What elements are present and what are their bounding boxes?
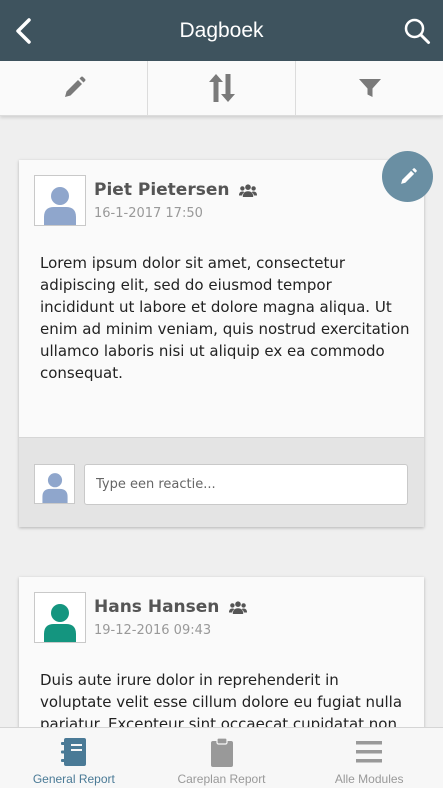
new-entry-button[interactable] xyxy=(0,61,148,115)
diary-post: Piet Pietersen 16-1-2017 17:50 Lorem ips… xyxy=(19,160,424,527)
search-icon xyxy=(404,18,430,44)
avatar xyxy=(34,592,86,643)
group-icon xyxy=(229,600,248,614)
tab-careplan-report[interactable]: Careplan Report xyxy=(148,728,296,788)
user-icon xyxy=(41,473,68,503)
avatar xyxy=(34,175,86,226)
post-body: Lorem ipsum dolor sit amet, consectetur … xyxy=(40,254,410,382)
tab-general-report[interactable]: General Report xyxy=(0,728,148,788)
diary-post: Hans Hansen 19-12-2016 09:43 Duis aute i… xyxy=(19,577,424,727)
tab-label: General Report xyxy=(32,772,115,786)
post-date: 19-12-2016 09:43 xyxy=(94,623,212,638)
edit-post-button[interactable] xyxy=(382,151,433,202)
filter-icon xyxy=(358,79,381,97)
bottom-tab-bar: General Report Careplan Report Alle Modu… xyxy=(0,727,443,788)
post-date: 16-1-2017 17:50 xyxy=(94,206,203,221)
post-author: Piet Pietersen xyxy=(94,180,258,200)
pencil-icon xyxy=(400,167,417,184)
tab-label: Careplan Report xyxy=(177,772,266,786)
page-title: Dagboek xyxy=(179,19,264,42)
sort-button[interactable] xyxy=(148,61,296,115)
diary-feed[interactable]: Piet Pietersen 16-1-2017 17:50 Lorem ips… xyxy=(0,116,443,727)
group-icon xyxy=(239,183,258,197)
post-body: Duis aute irure dolor in reprehenderit i… xyxy=(40,671,403,727)
avatar xyxy=(34,464,75,504)
clipboard-icon xyxy=(210,736,233,767)
post-author: Hans Hansen xyxy=(94,597,248,617)
filter-button[interactable] xyxy=(296,61,443,115)
reply-input[interactable] xyxy=(84,464,408,505)
tab-label: Alle Modules xyxy=(334,772,404,786)
action-toolbar xyxy=(0,61,443,116)
user-icon xyxy=(44,187,76,225)
pencil-icon xyxy=(64,76,85,97)
sort-icon xyxy=(208,74,235,102)
user-icon xyxy=(44,604,76,642)
app-header: Dagboek xyxy=(0,0,443,61)
tab-alle-modules[interactable]: Alle Modules xyxy=(295,728,443,788)
reply-section xyxy=(19,437,424,527)
notebook-icon xyxy=(60,738,86,766)
search-button[interactable] xyxy=(401,14,433,48)
menu-icon xyxy=(356,741,383,763)
